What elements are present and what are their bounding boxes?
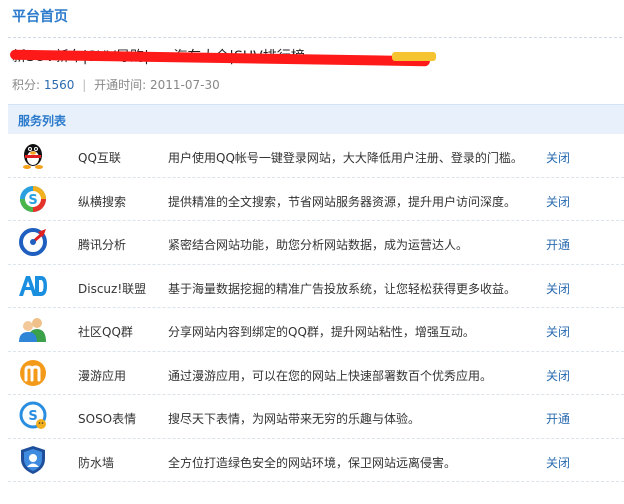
services-header-label: 服务列表	[18, 114, 67, 128]
services-list: QQ互联 用户使用QQ帐号一键登录网站，大大降低用户注册、登录的门槛。 关闭 S…	[8, 134, 624, 482]
service-toggle-link[interactable]: 关闭	[546, 149, 570, 166]
service-name: 社区QQ群	[78, 325, 133, 339]
points-label: 积分:	[12, 78, 41, 92]
title-divider	[8, 37, 622, 38]
svg-text:S: S	[28, 193, 37, 208]
site-meta: 积分: 1560 | 开通时间: 2011-07-30	[12, 76, 220, 93]
points-value: 1560	[43, 78, 75, 92]
service-name: 腾讯分析	[78, 238, 127, 252]
service-row-search: S 纵横搜索 提供精准的全文搜索，节省网站服务器资源，提升用户访问深度。 关闭	[8, 178, 624, 221]
service-toggle-link[interactable]: 关闭	[546, 367, 570, 384]
service-toggle-link[interactable]: 关闭	[546, 280, 570, 297]
service-name: 防水墙	[78, 455, 115, 470]
site-line: 新SUV新车|SUV导购|suv汽车大全|SUV排行榜	[9, 44, 436, 68]
service-name: 漫游应用	[78, 368, 127, 383]
service-row-qq-connect: QQ互联 用户使用QQ帐号一键登录网站，大大降低用户注册、登录的门槛。 关闭	[8, 134, 624, 178]
service-row-soso-emoticon: S SOSO表情 搜尽天下表情，为网站带来无穷的乐趣与体验。 开通	[8, 395, 624, 439]
opened-value: 2011-07-30	[150, 78, 220, 92]
service-desc: 分享网站内容到绑定的QQ群，提升网站粘性，增强互动。	[168, 325, 475, 339]
opened-label: 开通时间:	[94, 78, 147, 92]
service-row-firewall: 防水墙 全方位打造绿色安全的网站环境，保卫网站远离侵害。 关闭	[8, 439, 624, 482]
svg-text:S: S	[28, 409, 37, 424]
service-row-analytics: 腾讯分析 紧密结合网站功能，助您分析网站数据，成为运营达人。 开通	[8, 221, 624, 265]
firewall-shield-icon	[21, 445, 45, 474]
meta-separator: |	[82, 78, 87, 92]
qq-group-icon	[19, 318, 46, 342]
service-desc: 紧密结合网站功能，助您分析网站数据，成为运营达人。	[168, 238, 469, 252]
service-desc: 全方位打造绿色安全的网站环境，保卫网站远离侵害。	[168, 455, 457, 470]
vip-badge-icon	[392, 52, 436, 61]
services-header: 服务列表	[8, 104, 624, 134]
service-desc: 基于海量数据挖掘的精准广告投放系统，让您轻松获得更多收益。	[168, 281, 517, 296]
service-toggle-link[interactable]: 开通	[546, 410, 570, 427]
page-title: 平台首页	[12, 9, 68, 25]
analytics-gauge-icon	[19, 228, 47, 256]
service-row-discuz-union: Discuz!联盟 基于海量数据挖掘的精准广告投放系统，让您轻松获得更多收益。 …	[8, 265, 624, 308]
soso-emoticon-icon: S	[19, 401, 47, 429]
service-toggle-link[interactable]: 关闭	[546, 454, 570, 471]
service-name: Discuz!联盟	[78, 281, 147, 296]
manyou-app-icon	[20, 359, 46, 386]
service-name: QQ互联	[78, 151, 121, 165]
service-row-qq-group: 社区QQ群 分享网站内容到绑定的QQ群，提升网站粘性，增强互动。 关闭	[8, 308, 624, 352]
service-toggle-link[interactable]: 关闭	[546, 323, 570, 340]
service-desc: 通过漫游应用，可以在您的网站上快速部署数百个优秀应用。	[168, 368, 493, 383]
soso-search-icon: S	[20, 185, 46, 212]
service-name: 纵横搜索	[78, 194, 127, 209]
service-toggle-link[interactable]: 关闭	[546, 193, 570, 210]
service-desc: 用户使用QQ帐号一键登录网站，大大降低用户注册、登录的门槛。	[168, 151, 523, 165]
service-desc: 搜尽天下表情，为网站带来无穷的乐趣与体验。	[168, 412, 421, 426]
service-row-manyou: 漫游应用 通过漫游应用，可以在您的网站上快速部署数百个优秀应用。 关闭	[8, 352, 624, 395]
service-name: SOSO表情	[78, 412, 137, 426]
service-toggle-link[interactable]: 开通	[546, 236, 570, 253]
ad-union-icon	[19, 275, 47, 296]
qq-penguin-icon	[23, 144, 43, 169]
service-desc: 提供精准的全文搜索，节省网站服务器资源，提升用户访问深度。	[168, 194, 517, 209]
